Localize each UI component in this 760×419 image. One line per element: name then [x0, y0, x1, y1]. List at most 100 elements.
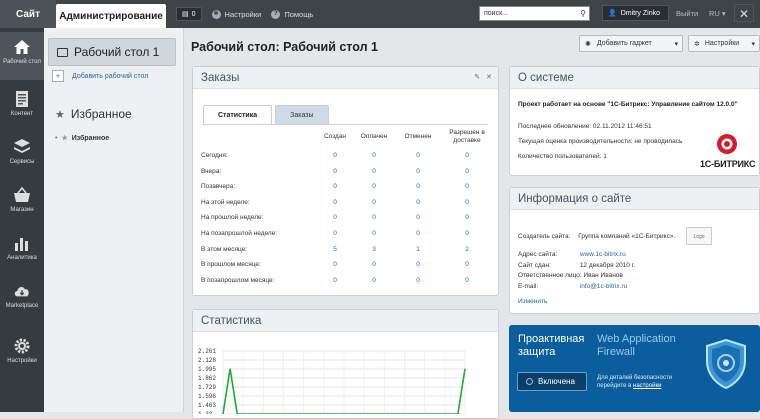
order-value-link[interactable]: 0	[327, 199, 343, 206]
language-select[interactable]: RU ▾	[709, 9, 726, 18]
order-value-link[interactable]: 0	[459, 152, 475, 159]
page-title: Рабочий стол: Рабочий стол 1	[191, 40, 378, 54]
sidebar-item-shop[interactable]: Магазин	[0, 180, 44, 228]
favorites-item[interactable]: • ★ Избранное	[55, 134, 110, 143]
order-value-link[interactable]: 0	[410, 199, 426, 206]
order-value-link[interactable]: 0	[459, 230, 475, 237]
sidebar-item-marketplace[interactable]: Marketplace	[0, 276, 44, 324]
order-value-link[interactable]: 0	[327, 214, 343, 221]
favorites-item-label: Избранное	[71, 134, 110, 142]
sidebar-label: Контент	[10, 111, 34, 117]
order-value-link[interactable]: 0	[459, 261, 475, 268]
security-settings-link[interactable]: настройки	[633, 383, 661, 389]
add-desktop-link[interactable]: + Добавить рабочий стол	[52, 70, 148, 82]
order-value-link[interactable]: 0	[366, 152, 382, 159]
order-value-link[interactable]: 0	[327, 230, 343, 237]
y-tick-label: 1.33	[198, 411, 213, 414]
tab-site[interactable]: Сайт	[0, 0, 56, 28]
order-value-link[interactable]: 0	[327, 277, 343, 284]
statistics-header[interactable]: Статистика	[193, 310, 498, 332]
security-title: Проактивная защита	[518, 333, 584, 359]
desktop-item-1[interactable]: Рабочий стол 1	[48, 38, 176, 66]
statistics-title: Статистика	[201, 314, 262, 327]
security-title-line1: Проактивная	[518, 333, 585, 345]
notifications-button[interactable]: ▤ 0	[176, 7, 202, 21]
sun-icon: ✺	[585, 40, 591, 48]
edit-site-info-link[interactable]: Изменить	[518, 298, 547, 305]
order-value-link[interactable]: 0	[459, 168, 475, 175]
order-value-link[interactable]: 0	[459, 277, 475, 284]
sidebar-label: Аналитика	[7, 255, 37, 261]
order-row-label: В прошлом месяце:	[201, 261, 261, 269]
order-value-link[interactable]: 0	[366, 199, 382, 206]
sidebar-item-desktop[interactable]: Рабочий стол	[0, 32, 44, 80]
tab-statistics[interactable]: Статистика	[203, 105, 273, 125]
main-sidebar: Рабочий стол Контент Сервисы Магазин Ана…	[0, 28, 44, 412]
order-value-link[interactable]: 0	[410, 261, 426, 268]
search-input[interactable]: поиск... ⚲	[479, 6, 590, 21]
order-value-link[interactable]: 3	[366, 246, 382, 253]
order-value-link[interactable]: 0	[410, 152, 426, 159]
settings-link[interactable]: ✲ Настройки	[211, 9, 261, 19]
exit-link[interactable]: Выйти	[676, 9, 698, 18]
sidebar-item-services[interactable]: Сервисы	[0, 132, 44, 180]
order-value-link[interactable]: 0	[459, 199, 475, 206]
order-value-link[interactable]: 0	[366, 261, 382, 268]
help-link[interactable]: ? Помощь	[271, 9, 313, 19]
user-icon: 👤	[608, 10, 617, 17]
layers-icon	[13, 138, 31, 156]
order-value-link[interactable]: 0	[366, 230, 382, 237]
search-icon[interactable]: ⚲	[580, 9, 586, 18]
close-icon[interactable]: ✕	[734, 4, 754, 22]
order-value-link[interactable]: 0	[366, 214, 382, 221]
order-value-link[interactable]: 0	[327, 261, 343, 268]
date-label: Сайт сдан:	[518, 262, 551, 269]
add-gadget-button[interactable]: ✺ Добавить гаджет ▾	[579, 35, 683, 52]
site-info-header[interactable]: Информация о сайте	[510, 188, 759, 210]
sidebar-item-settings[interactable]: Настройки	[0, 331, 44, 379]
order-value-link[interactable]: 0	[459, 214, 475, 221]
about-header[interactable]: О системе	[510, 67, 759, 89]
order-row-label: На позапрошлой неделе:	[201, 230, 278, 237]
order-value-link[interactable]: 0	[327, 152, 343, 159]
orders-header[interactable]: Заказы	[193, 67, 498, 89]
sidebar-label: Настройки	[7, 358, 37, 364]
order-value-link[interactable]: 0	[410, 168, 426, 175]
desktop-settings-label: Настройки	[704, 40, 740, 47]
y-tick-label: 2.261	[198, 348, 216, 355]
sidebar-item-content[interactable]: Контент	[0, 84, 44, 132]
star-icon: ★	[61, 135, 68, 142]
user-name: Dmitry Zinko	[620, 9, 660, 17]
email-link[interactable]: info@1c-bitrix.ru	[580, 283, 627, 290]
responsible-label: Ответственное лицо:	[518, 272, 582, 279]
notification-count: 0	[191, 10, 196, 18]
order-value-link[interactable]: 0	[366, 183, 382, 190]
order-value-link[interactable]: 0	[366, 277, 382, 284]
sidebar-item-analytics[interactable]: Аналитика	[0, 228, 44, 276]
tab-orders[interactable]: Заказы	[275, 105, 329, 125]
order-value-link[interactable]: 0	[327, 183, 343, 190]
address-link[interactable]: www.1c-bitrix.ru	[580, 251, 626, 258]
wrench-icon[interactable]: ✎	[474, 73, 480, 81]
order-value-link[interactable]: 0	[410, 277, 426, 284]
user-menu[interactable]: 👤 Dmitry Zinko	[602, 5, 669, 21]
security-enabled-button[interactable]: Включена	[517, 372, 587, 391]
desktop-settings-button[interactable]: ✲ Настройки ▾	[688, 35, 760, 52]
order-value-link[interactable]: 1	[410, 246, 426, 253]
order-value-link[interactable]: 0	[410, 230, 426, 237]
order-value-link[interactable]: 2	[459, 246, 475, 253]
order-value-link[interactable]: 0	[410, 214, 426, 221]
tab-admin[interactable]: Администрирование	[56, 4, 166, 28]
order-value-link[interactable]: 0	[410, 183, 426, 190]
order-value-link[interactable]: 0	[366, 168, 382, 175]
bitrix-logo-icon	[717, 134, 737, 154]
close-icon[interactable]: ✕	[486, 73, 492, 81]
power-icon	[526, 378, 533, 385]
home-icon	[13, 38, 31, 56]
order-value-link[interactable]: 5	[327, 246, 343, 253]
bitrix-logo: 1С-БИТРИКС	[700, 131, 756, 171]
order-value-link[interactable]: 0	[459, 183, 475, 190]
order-value-link[interactable]: 0	[327, 168, 343, 175]
y-tick-label: 1.729	[198, 384, 216, 391]
col-paid: Оплачен	[360, 133, 388, 140]
